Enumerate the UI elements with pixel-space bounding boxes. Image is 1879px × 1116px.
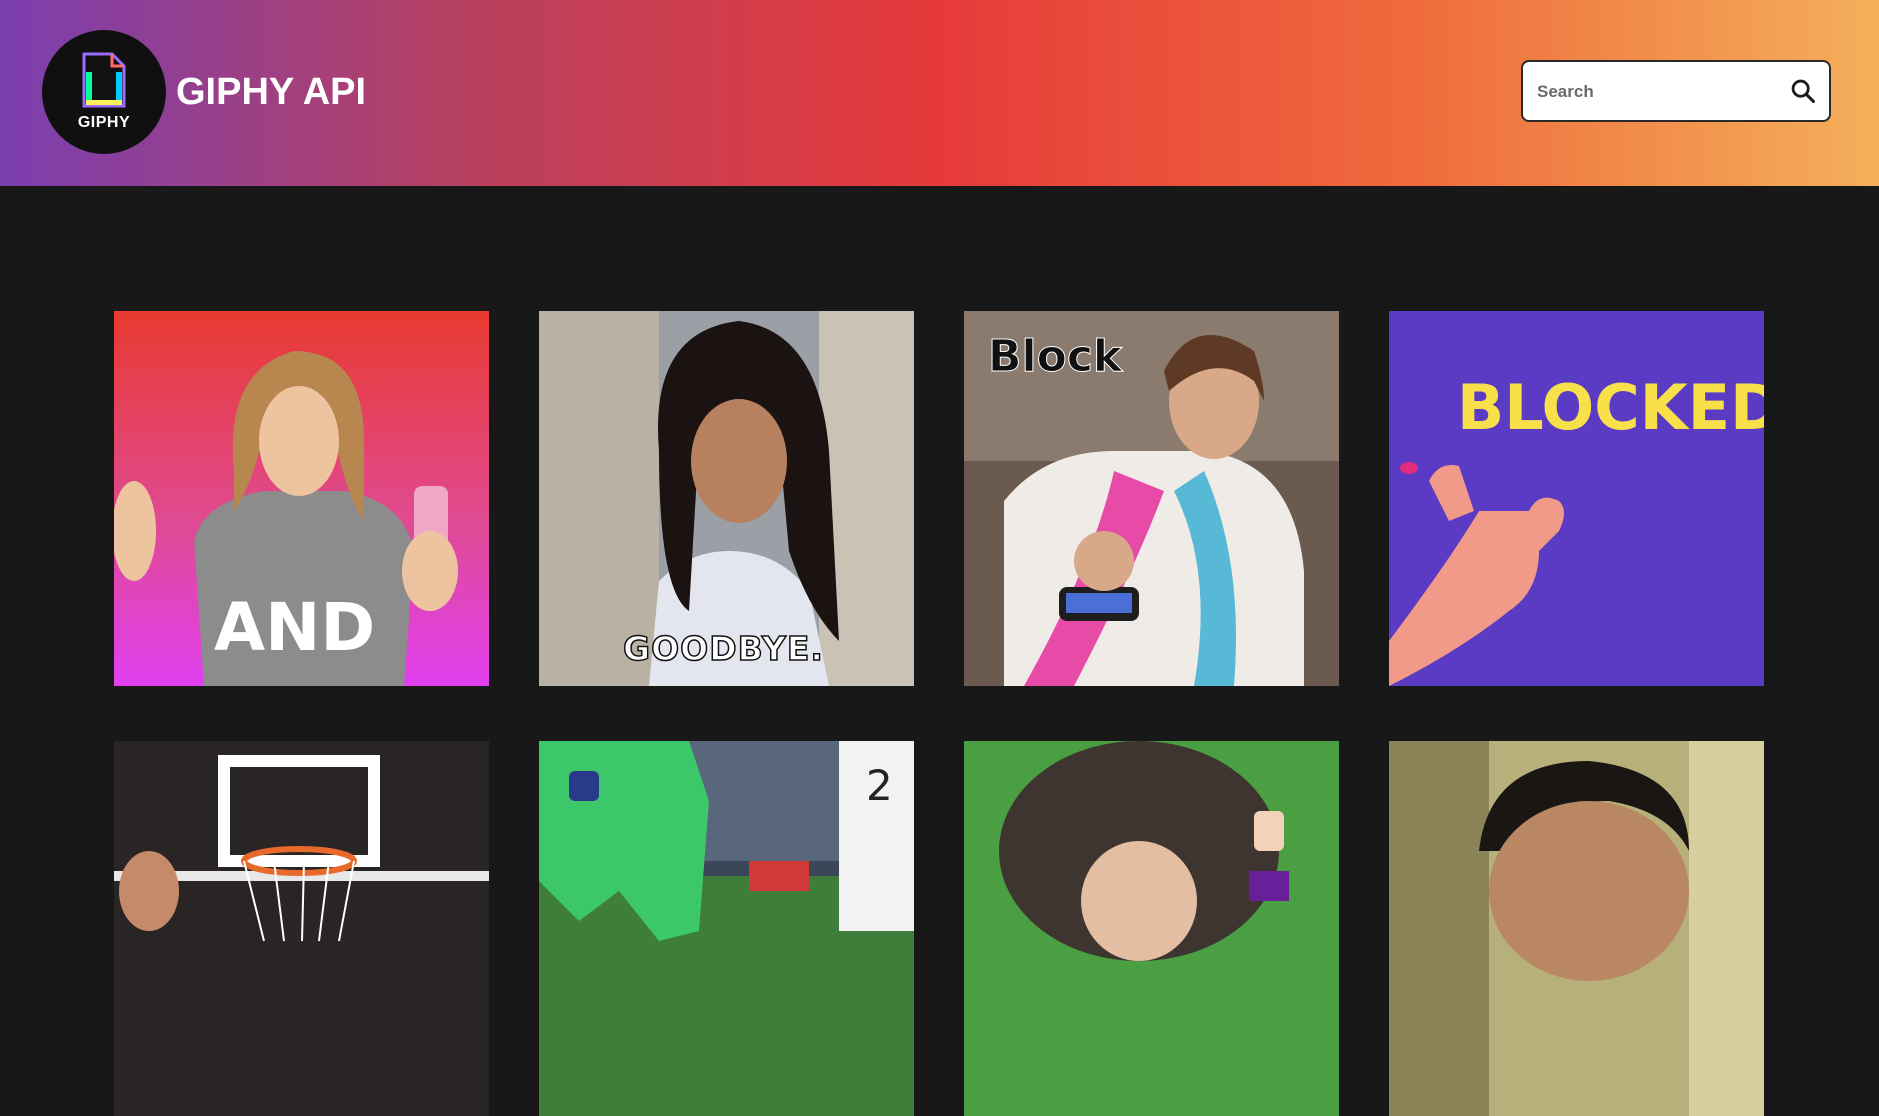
- gif-caption: BLOCKED: [1457, 371, 1764, 444]
- gif-image: [539, 741, 914, 1116]
- gif-tile-afro[interactable]: [964, 741, 1339, 1116]
- gif-tile-man[interactable]: [1389, 741, 1764, 1116]
- gif-tile-soccer[interactable]: 2: [539, 741, 914, 1116]
- gif-caption: Block: [987, 331, 1123, 383]
- giphy-file-icon: [82, 52, 126, 108]
- gif-image: [1389, 741, 1764, 1116]
- logo-text: GIPHY: [77, 114, 131, 131]
- gif-image: [1389, 311, 1764, 686]
- search-box: [1521, 60, 1831, 122]
- site-title: GIPHY API: [176, 71, 367, 113]
- gif-tile-blocked[interactable]: BLOCKED: [1389, 311, 1764, 686]
- gif-tile-goodbye[interactable]: GOODBYE.: [539, 311, 914, 686]
- gif-image: [114, 741, 489, 1116]
- gif-tile-block[interactable]: Block: [964, 311, 1339, 686]
- giphy-logo[interactable]: GIPHY: [42, 30, 166, 154]
- gif-tile-basketball[interactable]: [114, 741, 489, 1116]
- header-banner: GIPHY GIPHY API: [0, 0, 1879, 186]
- search-icon[interactable]: [1789, 77, 1817, 105]
- gif-caption: 2: [866, 761, 893, 810]
- gif-caption: GOODBYE.: [622, 628, 824, 669]
- search-input[interactable]: [1535, 62, 1779, 122]
- gif-tile-and[interactable]: AND: [114, 311, 489, 686]
- gif-image: [964, 741, 1339, 1116]
- gif-caption: AND: [214, 589, 376, 666]
